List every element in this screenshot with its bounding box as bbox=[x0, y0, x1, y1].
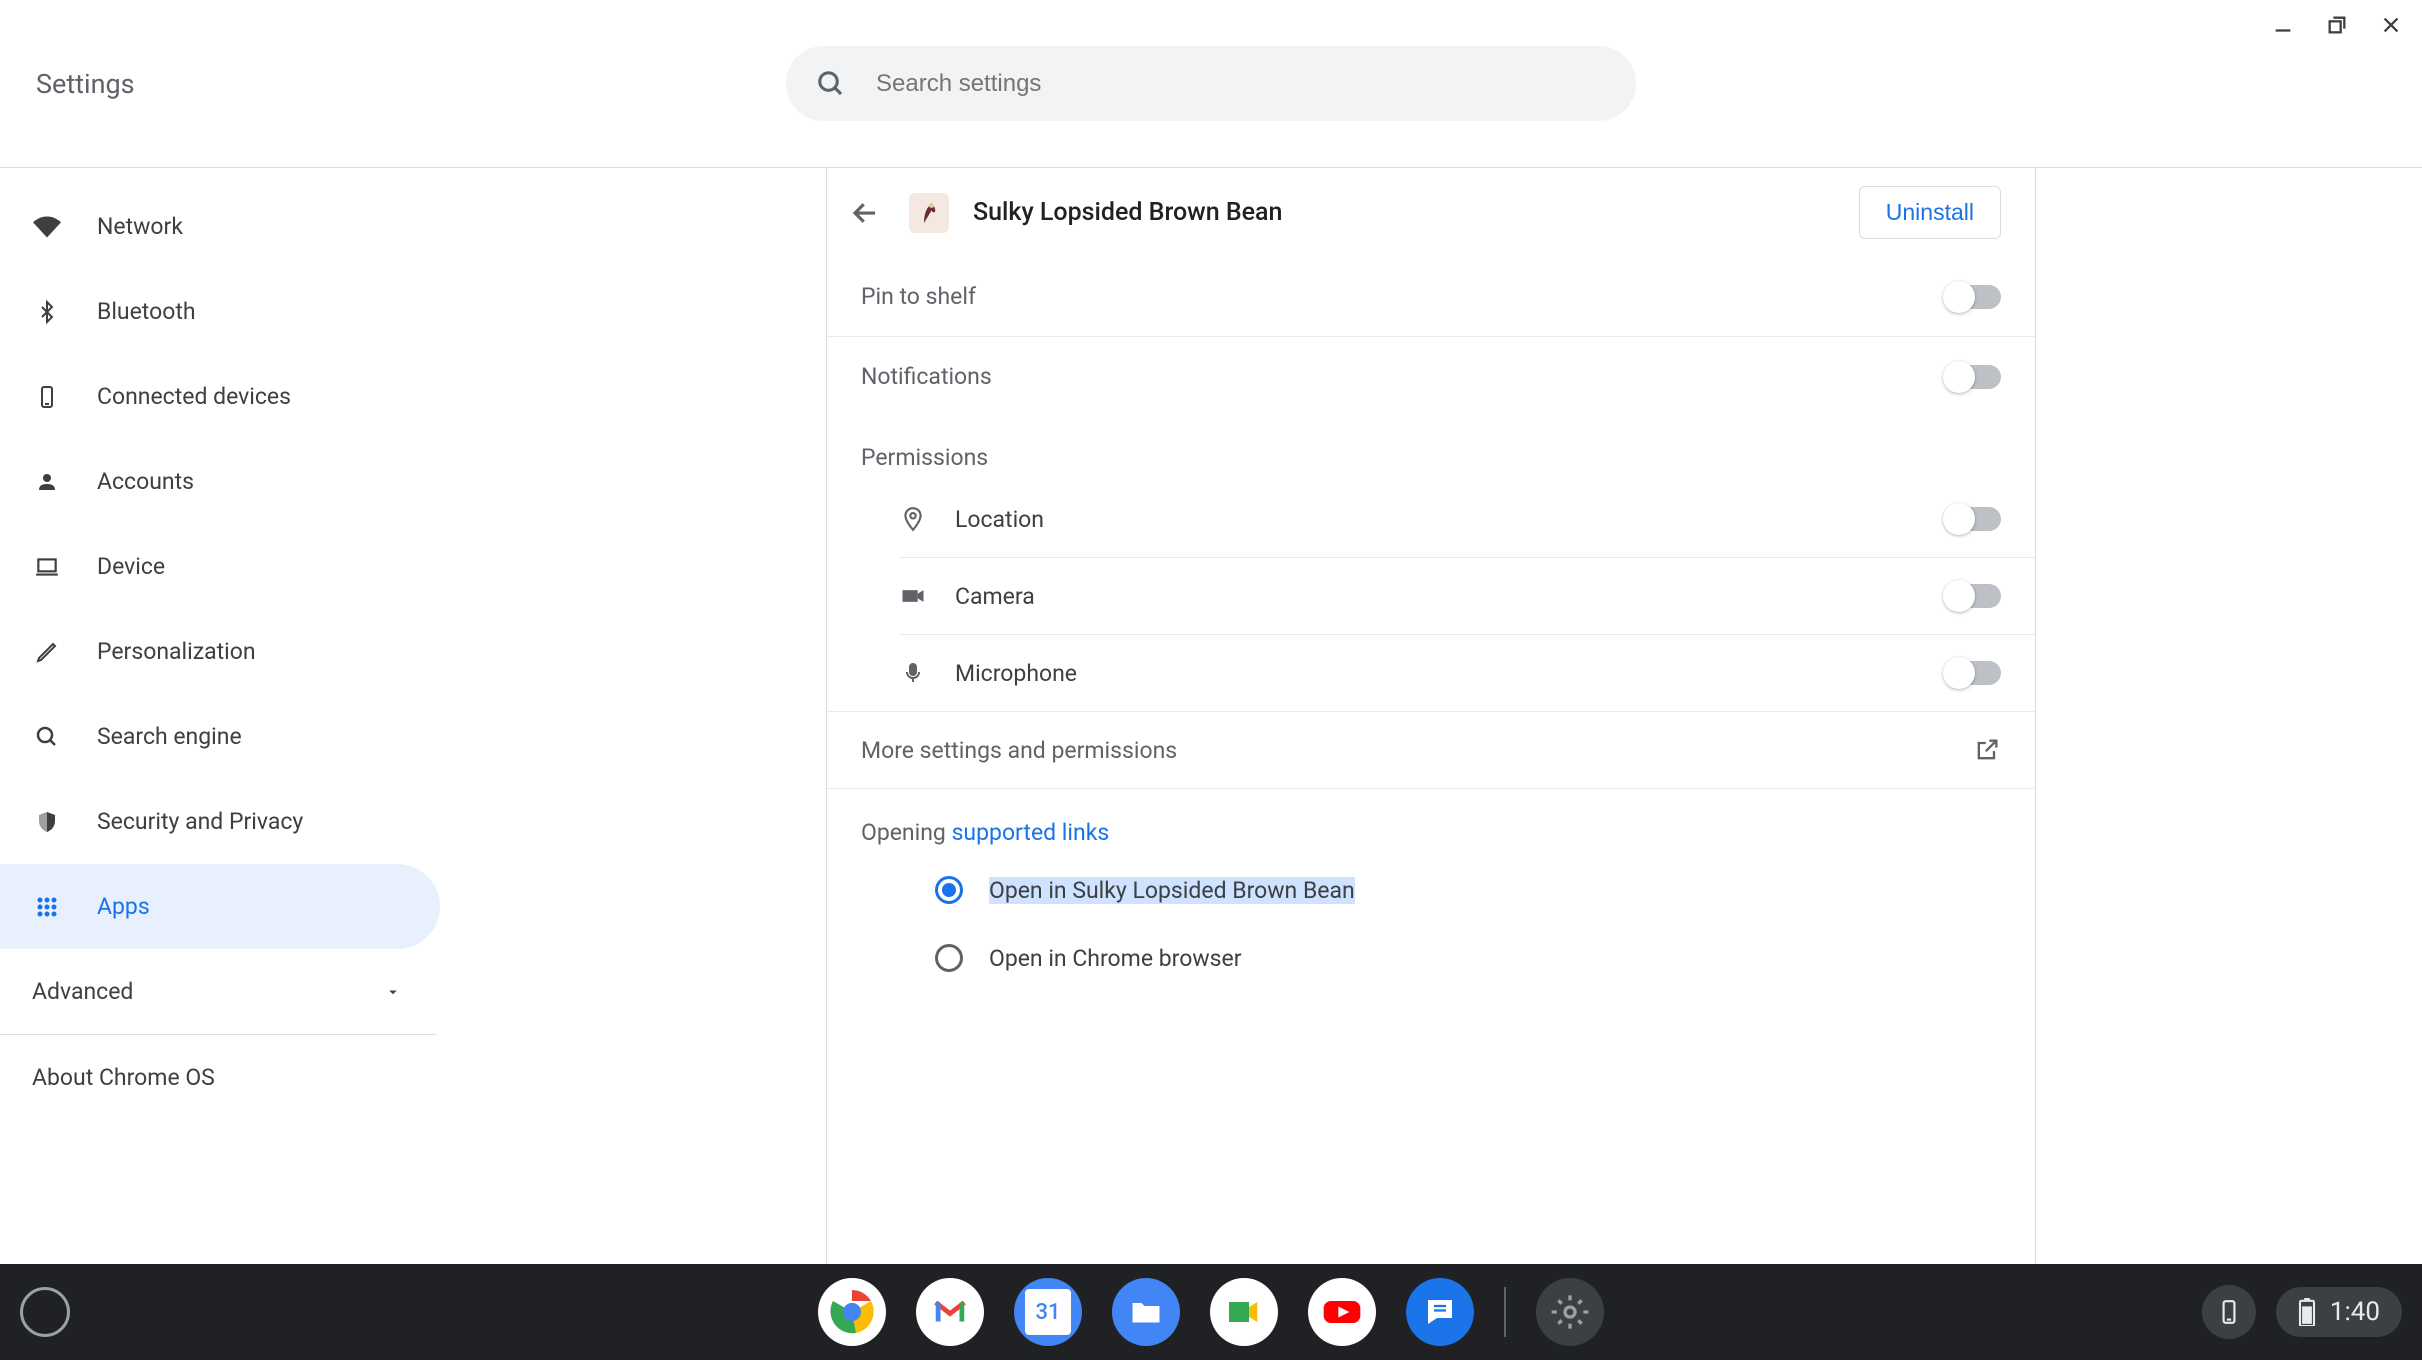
notifications-toggle[interactable] bbox=[1945, 365, 2001, 389]
phone-icon bbox=[32, 382, 62, 412]
pencil-icon bbox=[32, 637, 62, 667]
microphone-icon bbox=[899, 659, 927, 687]
back-button[interactable] bbox=[845, 193, 885, 233]
opening-prefix: Opening bbox=[861, 819, 952, 846]
radio-button[interactable] bbox=[935, 944, 963, 972]
sidebar-item-connected-devices[interactable]: Connected devices bbox=[0, 354, 440, 439]
app-icon bbox=[909, 193, 949, 233]
header: Settings bbox=[0, 0, 2422, 168]
search-input[interactable] bbox=[876, 70, 1606, 98]
sidebar-item-label: Device bbox=[97, 553, 165, 580]
shelf-apps: 31 bbox=[818, 1278, 1604, 1346]
opening-links-header: Opening supported links bbox=[827, 789, 2035, 856]
shelf-files-icon[interactable] bbox=[1112, 1278, 1180, 1346]
permission-label: Location bbox=[955, 506, 1044, 533]
battery-icon bbox=[2298, 1298, 2316, 1326]
launcher-button[interactable] bbox=[20, 1287, 70, 1337]
shelf-messages-icon[interactable] bbox=[1406, 1278, 1474, 1346]
sidebar-about-label: About Chrome OS bbox=[32, 1064, 215, 1091]
sidebar-item-label: Accounts bbox=[97, 468, 194, 495]
bluetooth-icon bbox=[32, 297, 62, 327]
radio-open-in-chrome[interactable]: Open in Chrome browser bbox=[827, 924, 2035, 992]
shelf-youtube-icon[interactable] bbox=[1308, 1278, 1376, 1346]
sidebar-item-device[interactable]: Device bbox=[0, 524, 440, 609]
more-settings-label: More settings and permissions bbox=[861, 737, 1177, 764]
app-name: Sulky Lopsided Brown Bean bbox=[973, 198, 1835, 227]
apps-grid-icon bbox=[32, 892, 62, 922]
sidebar-item-label: Search engine bbox=[97, 723, 242, 750]
chevron-down-icon bbox=[384, 983, 402, 1001]
permission-label: Camera bbox=[955, 583, 1035, 610]
detail-header: Sulky Lopsided Brown Bean Uninstall bbox=[827, 168, 2035, 257]
person-icon bbox=[32, 467, 62, 497]
wifi-icon bbox=[32, 212, 62, 242]
shield-icon bbox=[32, 807, 62, 837]
permissions-header: Permissions bbox=[827, 416, 2035, 481]
sidebar-item-accounts[interactable]: Accounts bbox=[0, 439, 440, 524]
microphone-toggle[interactable] bbox=[1945, 661, 2001, 685]
sidebar-item-security[interactable]: Security and Privacy bbox=[0, 779, 440, 864]
pin-to-shelf-label: Pin to shelf bbox=[861, 283, 976, 310]
shelf-chrome-icon[interactable] bbox=[818, 1278, 886, 1346]
sidebar-item-label: Security and Privacy bbox=[97, 808, 303, 835]
open-external-icon bbox=[1973, 736, 2001, 764]
sidebar: Network Bluetooth Connected devices Acco… bbox=[0, 168, 440, 1264]
shelf-calendar-icon[interactable]: 31 bbox=[1014, 1278, 1082, 1346]
camera-toggle[interactable] bbox=[1945, 584, 2001, 608]
sidebar-advanced[interactable]: Advanced bbox=[0, 949, 440, 1034]
notifications-label: Notifications bbox=[861, 363, 992, 390]
sidebar-item-network[interactable]: Network bbox=[0, 184, 440, 269]
location-toggle[interactable] bbox=[1945, 507, 2001, 531]
shelf-meet-icon[interactable] bbox=[1210, 1278, 1278, 1346]
supported-links-link[interactable]: supported links bbox=[952, 819, 1110, 846]
app-detail-panel: Sulky Lopsided Brown Bean Uninstall Pin … bbox=[826, 168, 2036, 1264]
location-icon bbox=[899, 505, 927, 533]
notifications-row: Notifications bbox=[827, 336, 2035, 416]
sidebar-item-label: Bluetooth bbox=[97, 298, 196, 325]
page-title: Settings bbox=[36, 68, 135, 100]
system-tray: 1:40 bbox=[2202, 1285, 2402, 1339]
permission-label: Microphone bbox=[955, 660, 1077, 687]
sidebar-item-label: Apps bbox=[97, 893, 150, 920]
shelf-gmail-icon[interactable] bbox=[916, 1278, 984, 1346]
sidebar-item-personalization[interactable]: Personalization bbox=[0, 609, 440, 694]
search-box[interactable] bbox=[786, 46, 1636, 121]
permission-microphone-row: Microphone bbox=[899, 634, 2035, 711]
permission-location-row: Location bbox=[827, 481, 2035, 557]
radio-button[interactable] bbox=[935, 876, 963, 904]
radio-label: Open in Sulky Lopsided Brown Bean bbox=[989, 877, 1355, 904]
notifications-tray-button[interactable] bbox=[2202, 1285, 2256, 1339]
shelf-divider bbox=[1504, 1287, 1506, 1337]
pin-to-shelf-row: Pin to shelf bbox=[827, 257, 2035, 336]
uninstall-button[interactable]: Uninstall bbox=[1859, 186, 2001, 239]
sidebar-about[interactable]: About Chrome OS bbox=[0, 1035, 440, 1120]
radio-open-in-app[interactable]: Open in Sulky Lopsided Brown Bean bbox=[827, 856, 2035, 924]
more-settings-row[interactable]: More settings and permissions bbox=[827, 711, 2035, 789]
sidebar-item-apps[interactable]: Apps bbox=[0, 864, 440, 949]
camera-icon bbox=[899, 582, 927, 610]
sidebar-advanced-label: Advanced bbox=[32, 978, 133, 1005]
permission-camera-row: Camera bbox=[899, 557, 2035, 634]
status-tray[interactable]: 1:40 bbox=[2276, 1287, 2402, 1337]
shelf-settings-icon[interactable] bbox=[1536, 1278, 1604, 1346]
radio-label: Open in Chrome browser bbox=[989, 945, 1241, 972]
sidebar-item-bluetooth[interactable]: Bluetooth bbox=[0, 269, 440, 354]
clock: 1:40 bbox=[2330, 1297, 2380, 1327]
sidebar-item-search-engine[interactable]: Search engine bbox=[0, 694, 440, 779]
pin-to-shelf-toggle[interactable] bbox=[1945, 285, 2001, 309]
sidebar-item-label: Connected devices bbox=[97, 383, 291, 410]
search-icon bbox=[816, 69, 846, 99]
sidebar-item-label: Network bbox=[97, 213, 183, 240]
shelf: 31 1:40 bbox=[0, 1264, 2422, 1360]
laptop-icon bbox=[32, 552, 62, 582]
sidebar-item-label: Personalization bbox=[97, 638, 256, 665]
search-icon bbox=[32, 722, 62, 752]
